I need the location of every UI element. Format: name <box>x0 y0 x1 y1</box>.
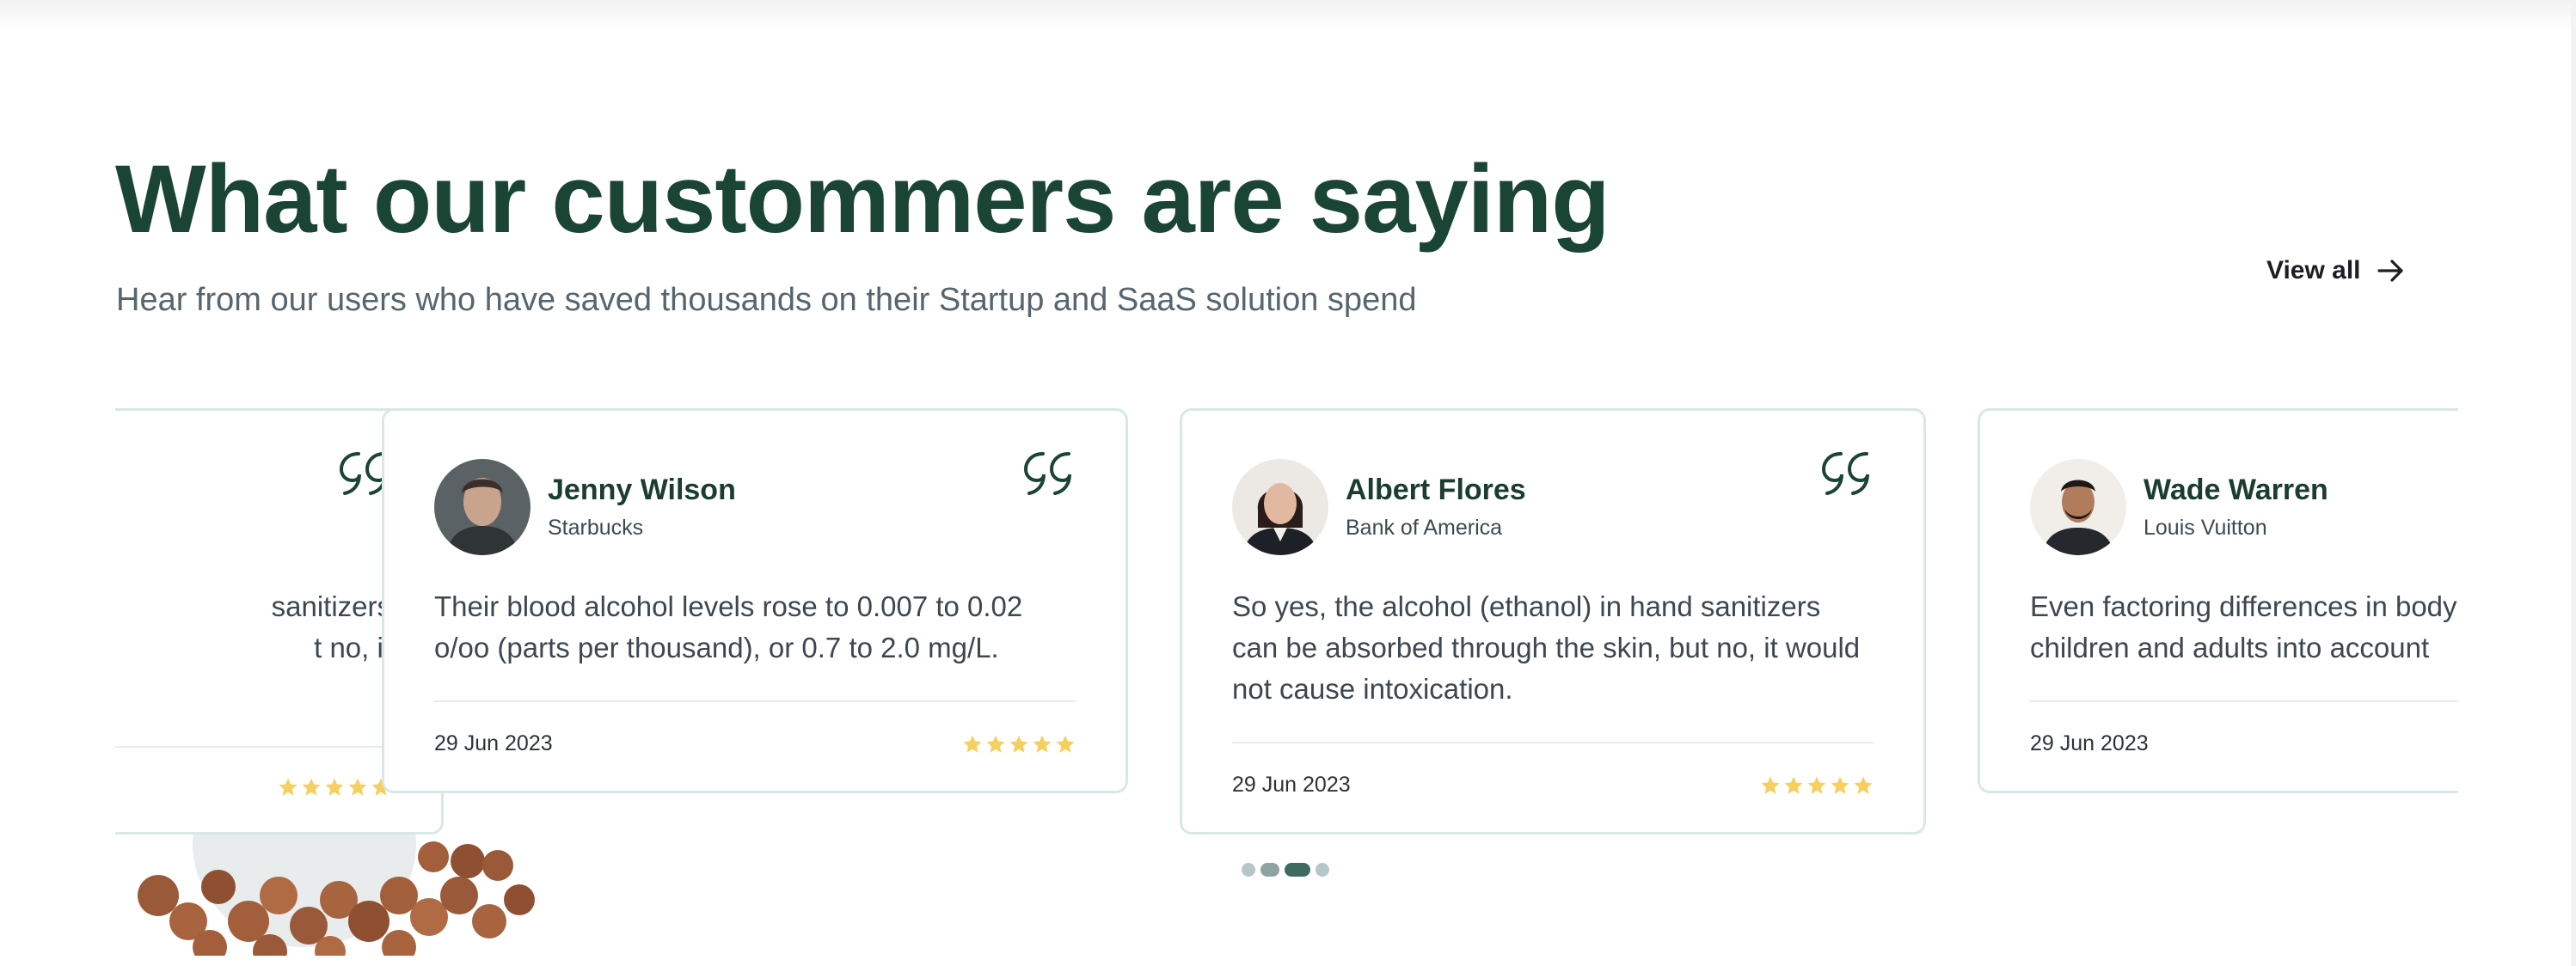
testimonial-quote: Their blood alcohol levels rose to 0.007… <box>434 590 1023 663</box>
star-icon <box>1033 735 1052 753</box>
star-icon <box>986 735 1005 753</box>
pagination-dot-4[interactable] <box>1316 863 1329 877</box>
testimonial-name: Jenny Wilson <box>548 474 736 506</box>
testimonial-card[interactable]: Jenny Wilson Starbucks Their blood alcoh… <box>382 408 1128 793</box>
section-title: What our custommers are saying <box>115 145 1610 253</box>
arrow-right-icon <box>2377 260 2403 282</box>
star-icon <box>1807 776 1826 794</box>
star-icon <box>348 778 367 796</box>
testimonial-date: 29 Jun 2023 <box>2030 731 2149 755</box>
carousel-pagination <box>1242 863 1329 877</box>
avatar <box>1232 459 1328 555</box>
pagination-dot-1[interactable] <box>1242 863 1255 877</box>
testimonial-name: Wade Warren <box>2144 474 2328 506</box>
testimonial-quote: So yes, the alcohol (ethanol) in hand sa… <box>1232 590 1861 705</box>
star-icon <box>1831 776 1849 794</box>
testimonial-company: Starbucks <box>548 516 644 540</box>
star-icon <box>1056 735 1075 753</box>
testimonial-quote-line: t no, it <box>314 632 391 663</box>
testimonial-company: Bank of America <box>1346 516 1503 540</box>
star-rating <box>1760 775 1874 796</box>
card-footer: 29 Jun 2023 <box>434 700 1076 756</box>
avatar <box>2030 459 2126 555</box>
card-footer <box>115 746 391 798</box>
quote-icon <box>1023 452 1071 495</box>
star-icon <box>325 778 344 796</box>
view-all-link[interactable]: View all <box>2266 256 2406 285</box>
star-icon <box>963 735 982 753</box>
testimonial-date: 29 Jun 2023 <box>434 731 553 755</box>
card-footer: 29 Jun 2023 <box>1232 742 1874 798</box>
card-footer: 29 Jun 2023 <box>2030 700 2458 756</box>
star-icon <box>279 778 297 796</box>
view-all-label: View all <box>2266 256 2361 284</box>
star-icon <box>1854 776 1873 794</box>
pagination-dot-3-active[interactable] <box>1285 863 1310 877</box>
testimonial-quote-line: sanitizers <box>271 590 391 622</box>
header-shadow <box>0 0 2576 31</box>
testimonial-company: Louis Vuitton <box>2144 516 2267 540</box>
pagination-dot-2[interactable] <box>1260 863 1279 877</box>
star-rating <box>278 777 391 798</box>
star-icon <box>1784 776 1803 794</box>
section-subtitle: Hear from our users who have saved thous… <box>116 282 1417 318</box>
star-icon <box>1009 735 1028 753</box>
testimonial-card[interactable]: Albert Flores Bank of America So yes, th… <box>1180 408 1926 835</box>
star-icon <box>302 778 321 796</box>
testimonial-name: Albert Flores <box>1346 474 1526 506</box>
avatar <box>434 459 531 555</box>
testimonial-card[interactable]: Wade Warren Louis Vuitton Even factoring… <box>1978 408 2458 793</box>
star-icon <box>1761 776 1780 794</box>
quote-icon <box>1821 452 1869 495</box>
scrollbar-track[interactable] <box>2571 0 2576 966</box>
testimonial-quote: Even factoring differences in body weigh… <box>2030 590 2458 663</box>
star-rating <box>962 734 1076 755</box>
testimonial-date: 29 Jun 2023 <box>1232 773 1351 797</box>
